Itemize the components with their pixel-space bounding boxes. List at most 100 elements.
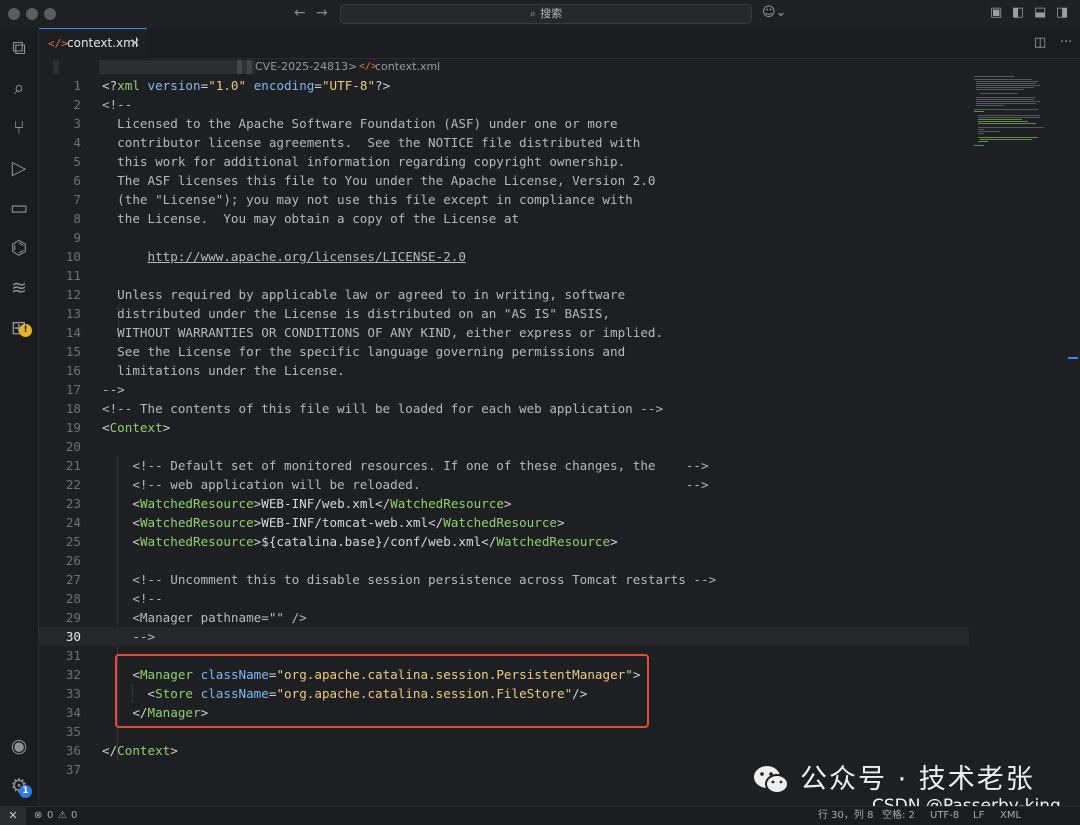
toggle-sidebar-icon[interactable]: ◧ [1012, 5, 1024, 20]
line-number: 31 [65, 648, 81, 663]
line-number: 36 [65, 743, 81, 758]
split-editor-icon[interactable]: ◫ [1034, 35, 1046, 50]
status-bar: ✕ ⊗ 0 ⚠ 0 行 30，列 8 空格: 2 UTF-8 LF XML [0, 806, 1080, 825]
code-text: <WatchedResource>WEB-INF/tomcat-web.xml<… [132, 515, 565, 530]
line-number: 27 [65, 572, 81, 587]
language-mode[interactable]: XML [1000, 807, 1021, 824]
code-line[interactable]: 4 contributor license agreements. See th… [39, 133, 969, 152]
command-center-search[interactable]: ⌕ 搜索 [340, 4, 752, 24]
search-icon[interactable]: ⌕ [7, 76, 31, 100]
code-line[interactable]: 26 [39, 551, 969, 570]
toggle-secondary-sidebar-icon[interactable]: ◨ [1056, 5, 1068, 20]
docker-icon[interactable]: ≋ [7, 276, 31, 300]
files-icon[interactable]: ⧉ [7, 36, 31, 60]
code-text: the License. You may obtain a copy of th… [117, 211, 520, 226]
remote-explorer-icon[interactable]: ▭ [7, 196, 31, 220]
code-line[interactable]: 13 distributed under the License is dist… [39, 304, 969, 323]
minimap[interactable] [970, 76, 1070, 156]
code-line[interactable]: 15 See the License for the specific lang… [39, 342, 969, 361]
line-number: 21 [65, 458, 81, 473]
account-icon[interactable]: ◉ [7, 734, 31, 758]
line-number: 37 [65, 762, 81, 777]
code-line[interactable]: 19 <Context> [39, 418, 969, 437]
code-line[interactable]: 29 <Manager pathname="" /> [39, 608, 969, 627]
code-line[interactable]: 21 <!-- Default set of monitored resourc… [39, 456, 969, 475]
xml-file-icon: </> [48, 37, 68, 50]
line-number: 7 [73, 192, 81, 207]
code-line[interactable]: 20 [39, 437, 969, 456]
python-icon[interactable]: ⌬ [7, 236, 31, 260]
encoding[interactable]: UTF-8 [930, 807, 959, 824]
indentation[interactable]: 空格: 2 [882, 807, 915, 824]
code-text: WITHOUT WARRANTIES OR CONDITIONS OF ANY … [117, 325, 664, 340]
warning-count[interactable]: 0 [71, 807, 77, 824]
code-line[interactable]: 16 limitations under the License. [39, 361, 969, 380]
code-line[interactable]: 27 <!-- Uncomment this to disable sessio… [39, 570, 969, 589]
activity-bar: ⧉ ⌕ ⑂ ▷ ▭ ⌬ ≋ ⊞ ! ◉ ⚙ 1 [0, 28, 39, 806]
warning-icon[interactable]: ⚠ [58, 807, 67, 824]
copilot-icon[interactable]: ☺⌄ [762, 5, 786, 20]
line-ending[interactable]: LF [973, 807, 984, 824]
code-line[interactable]: 2 <!-- [39, 95, 969, 114]
code-line[interactable]: 5 this work for additional information r… [39, 152, 969, 171]
manager-highlight-box [115, 654, 649, 728]
line-number: 11 [65, 268, 81, 283]
error-count[interactable]: 0 [47, 807, 53, 824]
line-number: 26 [65, 553, 81, 568]
code-line[interactable]: 12 Unless required by applicable law or … [39, 285, 969, 304]
run-debug-icon[interactable]: ▷ [7, 156, 31, 180]
code-text: The ASF licenses this file to You under … [117, 173, 656, 188]
code-line[interactable]: 1 <?xml version="1.0" encoding="UTF-8"?> [39, 76, 969, 95]
cursor-position[interactable]: 行 30，列 8 [818, 807, 873, 824]
editor-tab-bar: </> context.xml ✕ ◫ ··· [39, 28, 1080, 59]
code-line[interactable]: 17 --> [39, 380, 969, 399]
breadcrumb: CVE-2025-24813 > </> context.xml [39, 59, 959, 75]
code-line[interactable]: 8 the License. You may obtain a copy of … [39, 209, 969, 228]
code-line[interactable]: 11 [39, 266, 969, 285]
toggle-panel-icon[interactable]: ⬓ [1034, 5, 1046, 20]
close-window-button[interactable] [8, 8, 20, 20]
code-text: <!-- [132, 591, 163, 606]
code-text: <!-- web application will be reloaded. -… [132, 477, 709, 492]
minimize-window-button[interactable] [26, 8, 38, 20]
code-line[interactable]: 23 <WatchedResource>WEB-INF/web.xml</Wat… [39, 494, 969, 513]
title-bar: ← → ⌕ 搜索 ☺⌄ ▣ ◧ ⬓ ◨ [0, 0, 1080, 29]
line-number: 32 [65, 667, 81, 682]
code-line[interactable]: 36 </Context> [39, 741, 969, 760]
breadcrumb-redacted [237, 60, 255, 74]
code-line[interactable]: 9 [39, 228, 969, 247]
code-text: --> [132, 629, 156, 644]
line-number: 33 [65, 686, 81, 701]
close-icon[interactable]: ✕ [130, 29, 140, 58]
code-line[interactable]: 3 Licensed to the Apache Software Founda… [39, 114, 969, 133]
line-number: 8 [73, 211, 81, 226]
code-line[interactable]: 28 <!-- [39, 589, 969, 608]
warning-badge: ! [19, 324, 32, 337]
code-text: <!-- [102, 97, 133, 112]
layout-customize-icon[interactable]: ▣ [990, 5, 1002, 20]
more-actions-icon[interactable]: ··· [1060, 35, 1072, 50]
code-line[interactable]: 14 WITHOUT WARRANTIES OR CONDITIONS OF A… [39, 323, 969, 342]
errors-icon[interactable]: ⊗ [34, 807, 42, 824]
code-text: <Context> [102, 420, 171, 435]
wechat-logo-icon [754, 766, 789, 794]
code-line[interactable]: 30 --> [39, 627, 969, 646]
line-number: 18 [65, 401, 81, 416]
arrow-left-icon[interactable]: ← [294, 5, 306, 21]
maximize-window-button[interactable] [44, 8, 56, 20]
code-line[interactable]: 22 <!-- web application will be reloaded… [39, 475, 969, 494]
code-line[interactable]: 10 http://www.apache.org/licenses/LICENS… [39, 247, 969, 266]
tab-context-xml[interactable]: </> context.xml ✕ [39, 28, 147, 59]
source-control-icon[interactable]: ⑂ [7, 116, 31, 140]
remote-indicator-icon[interactable]: ✕ [0, 807, 26, 825]
breadcrumb-folder[interactable]: CVE-2025-24813 [255, 59, 348, 75]
code-line[interactable]: 6 The ASF licenses this file to You unde… [39, 171, 969, 190]
breadcrumb-file[interactable]: context.xml [375, 59, 440, 75]
code-text: <Manager pathname="" /> [132, 610, 307, 625]
code-line[interactable]: 7 (the "License"); you may not use this … [39, 190, 969, 209]
arrow-right-icon[interactable]: → [316, 5, 328, 21]
code-line[interactable]: 18 <!-- The contents of this file will be… [39, 399, 969, 418]
code-line[interactable]: 25 <WatchedResource>${catalina.base}/con… [39, 532, 969, 551]
code-line[interactable]: 24 <WatchedResource>WEB-INF/tomcat-web.x… [39, 513, 969, 532]
line-number: 2 [73, 97, 81, 112]
